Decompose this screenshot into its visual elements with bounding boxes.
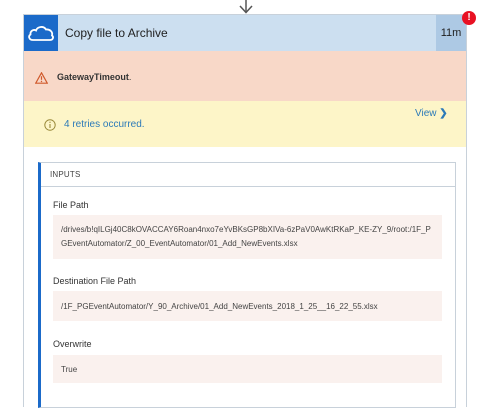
inputs-section-header[interactable]: INPUTS bbox=[41, 163, 455, 187]
action-header[interactable]: Copy file to Archive 11m bbox=[24, 15, 466, 51]
action-card: Copy file to Archive 11m ! GatewayTimeou… bbox=[23, 11, 476, 408]
error-message: GatewayTimeout. bbox=[57, 72, 131, 82]
error-banner: GatewayTimeout. bbox=[24, 51, 466, 101]
overwrite-label: Overwrite bbox=[53, 339, 92, 349]
destination-file-path-value: /1F_PGEventAutomator/Y_90_Archive/01_Add… bbox=[53, 291, 442, 321]
inputs-panel: INPUTS File Path /drives/b!qILGj40C8kOVA… bbox=[38, 162, 456, 408]
down-arrow-icon bbox=[239, 0, 253, 14]
chevron-right-icon: ❯ bbox=[439, 108, 448, 119]
destination-file-path-label: Destination File Path bbox=[53, 276, 137, 286]
overwrite-value: True bbox=[53, 355, 442, 383]
action-title: Copy file to Archive bbox=[65, 26, 168, 40]
file-path-value: /drives/b!qILGj40C8kOVACCAY6Roan4nxo7eYv… bbox=[53, 215, 442, 259]
error-badge-icon: ! bbox=[462, 11, 476, 25]
retry-message: 4 retries occurred. bbox=[64, 119, 145, 130]
cloud-icon bbox=[28, 26, 54, 41]
connector-icon-box bbox=[24, 15, 58, 51]
error-suffix: . bbox=[128, 72, 132, 82]
file-path-label: File Path bbox=[53, 200, 89, 210]
error-code: GatewayTimeout bbox=[57, 72, 129, 82]
view-retries-link[interactable]: View ❯ bbox=[415, 108, 448, 119]
warning-icon bbox=[35, 72, 48, 84]
info-icon bbox=[44, 119, 56, 131]
view-label: View bbox=[415, 108, 437, 119]
retry-banner: 4 retries occurred. View ❯ bbox=[24, 101, 466, 147]
